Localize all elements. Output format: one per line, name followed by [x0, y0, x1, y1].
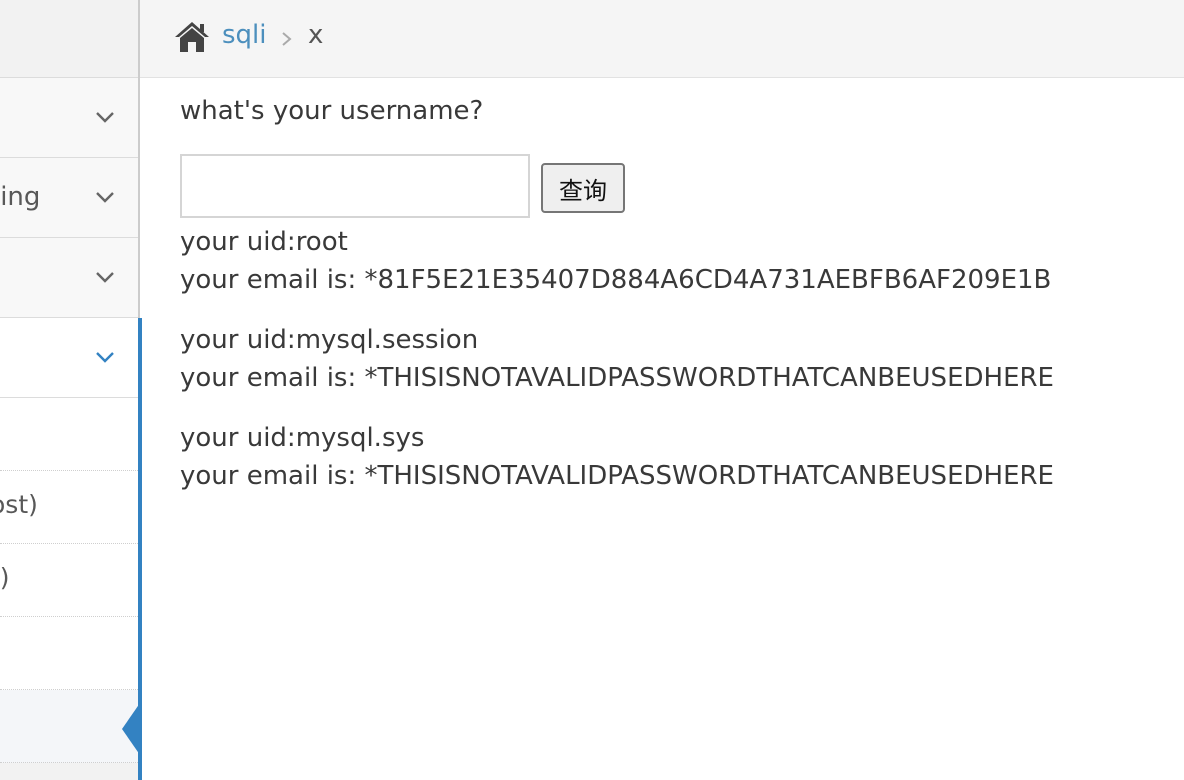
breadcrumb: sqli x — [140, 0, 1184, 78]
active-item-arrow-icon — [122, 703, 140, 755]
sidebar-subitem-label: t) — [0, 563, 10, 592]
query-button[interactable]: 查询 — [541, 163, 625, 213]
chevron-down-icon — [94, 346, 116, 368]
result-email: your email is: *THISISNOTAVALIDPASSWORDT… — [180, 363, 1054, 393]
breadcrumb-link-sqli[interactable]: sqli — [222, 20, 267, 50]
sidebar-item-sqli[interactable] — [0, 318, 138, 398]
sidebar-header — [0, 0, 138, 78]
result-uid: your uid:mysql.sys — [180, 423, 425, 453]
chevron-down-icon — [94, 266, 116, 288]
sidebar-subitem-2[interactable]: ost) — [0, 471, 138, 544]
home-icon[interactable] — [174, 20, 210, 54]
result-uid: your uid:root — [180, 227, 348, 257]
sidebar-item-2[interactable]: ting — [0, 158, 138, 238]
sidebar-subitem-1[interactable] — [0, 398, 138, 471]
breadcrumb-current: x — [308, 20, 324, 50]
sidebar-subitem-active[interactable] — [0, 690, 138, 763]
chevron-down-icon — [94, 186, 116, 208]
chevron-right-icon — [280, 26, 294, 52]
username-input[interactable] — [180, 154, 530, 218]
sidebar-subitem-label: ost) — [0, 490, 38, 519]
chevron-down-icon — [94, 106, 116, 128]
result-email: your email is: *THISISNOTAVALIDPASSWORDT… — [180, 461, 1054, 491]
result-email: your email is: *81F5E21E35407D884A6CD4A7… — [180, 265, 1052, 295]
sidebar: ting ost) t) — [0, 0, 140, 780]
sidebar-item-label: ting — [0, 182, 41, 212]
sidebar-subitem-4[interactable] — [0, 617, 138, 690]
result-uid: your uid:mysql.session — [180, 325, 479, 355]
sidebar-item-3[interactable] — [0, 238, 138, 318]
sidebar-item-1[interactable] — [0, 78, 138, 158]
sidebar-subitem-3[interactable]: t) — [0, 544, 138, 617]
username-prompt: what's your username? — [180, 96, 484, 126]
